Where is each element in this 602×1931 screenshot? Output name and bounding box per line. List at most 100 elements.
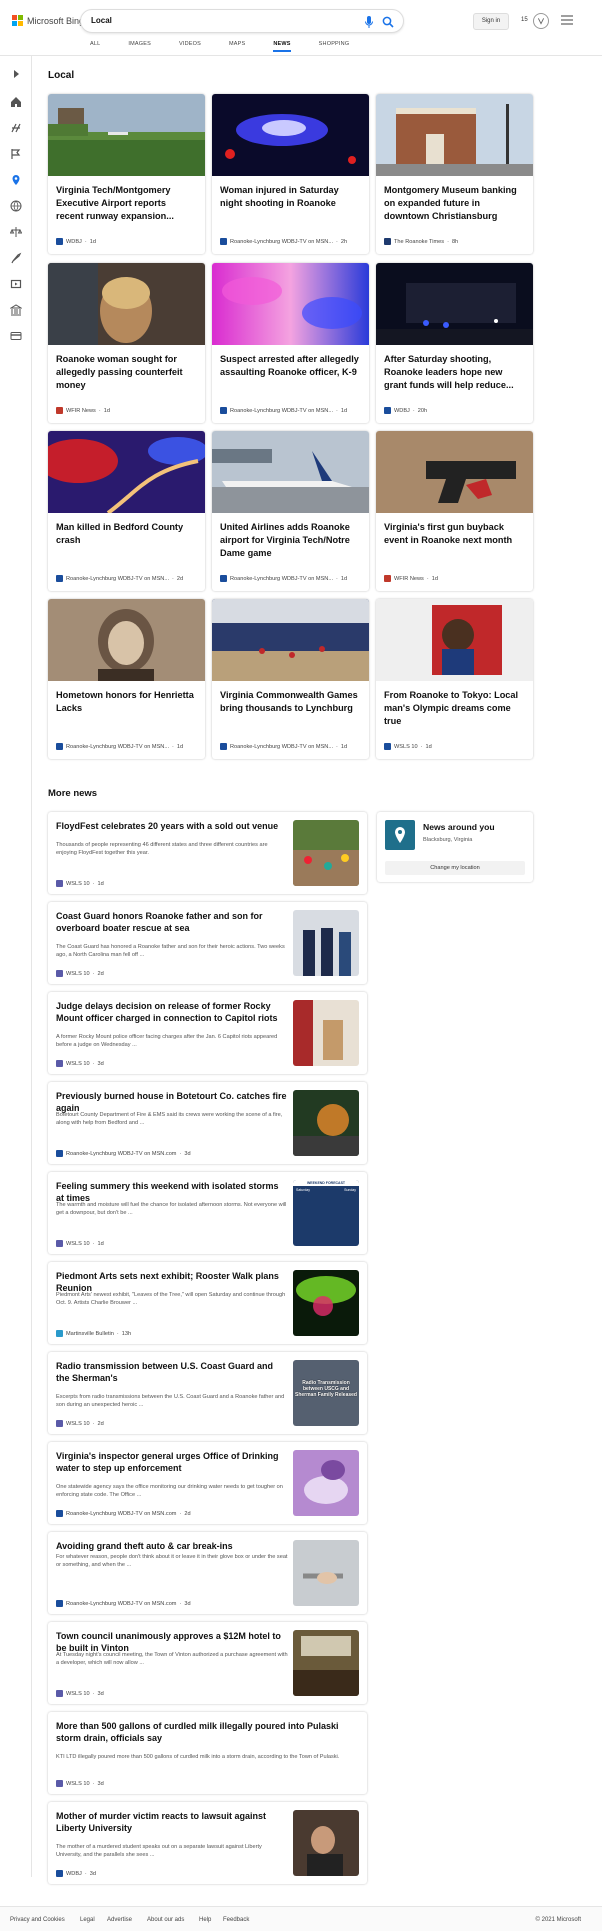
around-title: News around you [423,822,495,832]
search-input[interactable]: Local [91,16,112,25]
news-card[interactable]: From Roanoke to Tokyo: Local man's Olymp… [376,599,533,759]
globe-icon[interactable] [10,200,22,212]
item-source: WSLS 10 · 2d [56,1420,104,1427]
item-title[interactable]: Virginia's inspector general urges Offic… [56,1450,288,1474]
item-title[interactable]: Mother of murder victim reacts to lawsui… [56,1810,288,1834]
news-list-item[interactable]: FloydFest celebrates 20 years with a sol… [48,812,367,894]
news-list-item[interactable]: Mother of murder victim reacts to lawsui… [48,1802,367,1884]
signin-button[interactable]: Sign in [473,13,509,30]
news-list-item[interactable]: Town council unanimously approves a $12M… [48,1622,367,1704]
news-card[interactable]: United Airlines adds Roanoke airport for… [212,431,369,591]
source-logo-icon [220,238,227,245]
scale-icon[interactable] [10,226,22,238]
flag-icon[interactable] [10,148,22,160]
tab-news[interactable]: NEWS [273,41,291,52]
news-card[interactable]: Montgomery Museum banking on expanded fu… [376,94,533,254]
news-card[interactable]: Virginia Tech/Montgomery Executive Airpo… [48,94,205,254]
search-icon[interactable] [382,15,394,29]
sports-icon[interactable] [10,122,22,134]
source-logo-icon [56,407,63,414]
footer-link-legal[interactable]: Legal [80,1917,95,1923]
news-card[interactable]: After Saturday shooting, Roanoke leaders… [376,263,533,423]
news-list-item[interactable]: Avoiding grand theft auto & car break-in… [48,1532,367,1614]
home-icon[interactable] [10,96,22,108]
item-title[interactable]: Radio transmission between U.S. Coast Gu… [56,1360,288,1384]
card-icon[interactable] [10,330,22,342]
card-title[interactable]: Suspect arrested after allegedly assault… [220,353,360,379]
card-title[interactable]: Hometown honors for Henrietta Lacks [56,689,196,715]
bing-logo[interactable]: Microsoft Bing [12,15,84,26]
news-card[interactable]: Woman injured in Saturday night shooting… [212,94,369,254]
card-title[interactable]: Man killed in Bedford County crash [56,521,196,547]
news-list-item[interactable]: Virginia's inspector general urges Offic… [48,1442,367,1524]
footer-link-feedback[interactable]: Feedback [223,1917,249,1923]
news-card[interactable]: Virginia Commonwealth Games bring thousa… [212,599,369,759]
news-card[interactable]: Virginia's first gun buyback event in Ro… [376,431,533,591]
source-logo-icon [56,880,63,887]
item-thumbnail [293,910,359,976]
card-title[interactable]: From Roanoke to Tokyo: Local man's Olymp… [384,689,524,728]
news-card[interactable]: Man killed in Bedford County crash Roano… [48,431,205,591]
location-icon[interactable] [10,174,22,186]
tab-videos[interactable]: VIDEOS [179,41,201,52]
card-title[interactable]: Montgomery Museum banking on expanded fu… [384,184,524,223]
item-title[interactable]: FloydFest celebrates 20 years with a sol… [56,820,288,832]
item-title[interactable]: Coast Guard honors Roanoke father and so… [56,910,288,934]
source-logo-icon [384,238,391,245]
card-title[interactable]: Woman injured in Saturday night shooting… [220,184,360,210]
card-title[interactable]: Virginia Commonwealth Games bring thousa… [220,689,360,715]
news-card[interactable]: Hometown honors for Henrietta Lacks Roan… [48,599,205,759]
card-title[interactable]: United Airlines adds Roanoke airport for… [220,521,360,560]
source-logo-icon [384,743,391,750]
card-source: Roanoke-Lynchburg WDBJ-TV on MSN... · 1d [220,743,347,750]
item-title[interactable]: Avoiding grand theft auto & car break-in… [56,1540,288,1552]
news-list-item[interactable]: Feeling summery this weekend with isolat… [48,1172,367,1254]
tab-all[interactable]: ALL [90,41,100,52]
rewards-icon[interactable] [533,13,549,29]
source-logo-icon [56,575,63,582]
source-logo-icon [56,970,63,977]
item-source: WSLS 10 · 2d [56,970,104,977]
footer-link-privacy[interactable]: Privacy and Cookies [10,1917,65,1923]
footer-link-help[interactable]: Help [199,1917,211,1923]
item-thumbnail [293,1450,359,1516]
news-list-item[interactable]: Previously burned house in Botetourt Co.… [48,1082,367,1164]
item-thumbnail [293,1540,359,1606]
footer-link-about-ads[interactable]: About our ads [147,1917,184,1923]
top-header: Microsoft Bing Local Sign in 15 ALL IMAG… [0,0,602,56]
news-image [376,431,533,513]
tab-images[interactable]: IMAGES [128,41,151,52]
card-title[interactable]: Virginia's first gun buyback event in Ro… [384,521,524,547]
tab-shopping[interactable]: SHOPPING [319,41,350,52]
news-list-item[interactable]: Coast Guard honors Roanoke father and so… [48,902,367,984]
news-card[interactable]: Suspect arrested after allegedly assault… [212,263,369,423]
search-box[interactable]: Local [80,9,404,33]
card-title[interactable]: Roanoke woman sought for allegedly passi… [56,353,196,392]
item-title[interactable]: More than 500 gallons of curdled milk il… [56,1720,346,1744]
item-desc: The Coast Guard has honored a Roanoke fa… [56,944,285,958]
rewards-points[interactable]: 15 [521,17,528,23]
news-list-item[interactable]: Radio transmission between U.S. Coast Gu… [48,1352,367,1434]
news-card[interactable]: Roanoke woman sought for allegedly passi… [48,263,205,423]
item-title[interactable]: Judge delays decision on release of form… [56,1000,288,1024]
tab-maps[interactable]: MAPS [229,41,245,52]
footer-link-advertise[interactable]: Advertise [107,1917,132,1923]
change-location-button[interactable]: Change my location [385,861,525,875]
card-title[interactable]: Virginia Tech/Montgomery Executive Airpo… [56,184,196,223]
money-icon[interactable] [10,304,22,316]
menu-icon[interactable] [561,15,573,25]
news-around-you-card: News around you Blacksburg, Virginia Cha… [377,812,533,882]
source-logo-icon [56,1870,63,1877]
item-source: WDBJ · 3d [56,1870,96,1877]
news-list-item[interactable]: More than 500 gallons of curdled milk il… [48,1712,367,1794]
microphone-icon[interactable] [363,15,375,29]
entertainment-icon[interactable] [10,278,22,290]
news-list-item[interactable]: Judge delays decision on release of form… [48,992,367,1074]
source-logo-icon [384,575,391,582]
news-list-item[interactable]: Piedmont Arts sets next exhibit; Rooster… [48,1262,367,1344]
card-title[interactable]: After Saturday shooting, Roanoke leaders… [384,353,524,392]
item-thumbnail [293,1000,359,1066]
item-desc: Thousands of people representing 46 diff… [56,842,268,856]
expand-icon[interactable] [10,68,22,80]
rocket-icon[interactable] [10,252,22,264]
